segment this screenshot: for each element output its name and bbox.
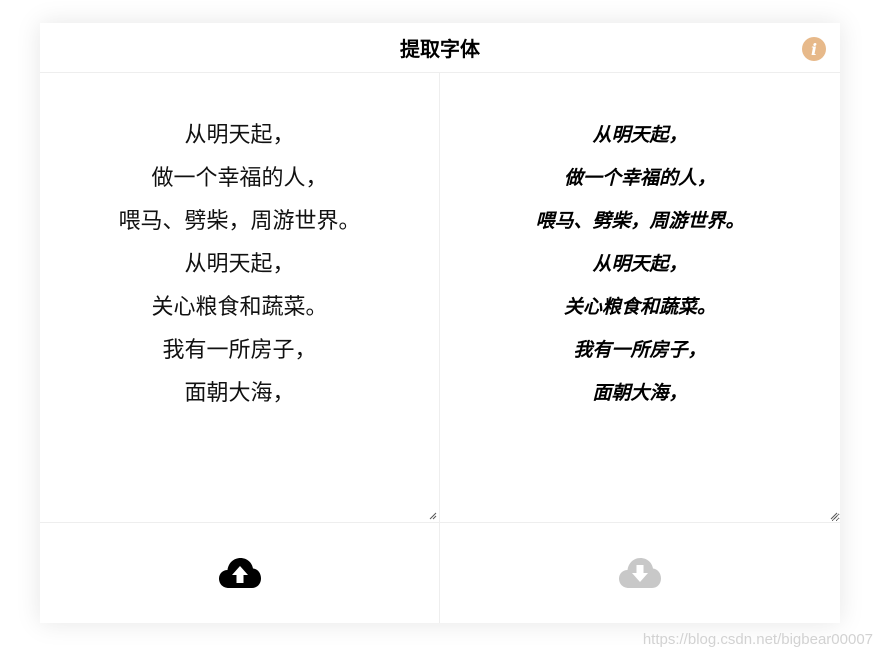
resize-grip-icon[interactable] [830, 512, 838, 520]
download-button[interactable] [618, 556, 662, 590]
output-preview-area[interactable]: 从明天起， 做一个幸福的人， 喂马、劈柴，周游世界。 从明天起， 关心粮食和蔬菜… [440, 73, 840, 523]
input-line: 我有一所房子， [162, 338, 317, 363]
output-line: 喂马、劈柴，周游世界。 [535, 210, 745, 232]
input-text-area[interactable]: 从明天起， 做一个幸福的人， 喂马、劈柴，周游世界。 从明天起， 关心粮食和蔬菜… [40, 73, 440, 523]
cloud-download-icon [619, 558, 661, 588]
upload-button[interactable] [218, 556, 262, 590]
header-bar: 提取字体 i [40, 23, 840, 73]
input-line: 从明天起， [184, 123, 295, 148]
font-extract-card: 提取字体 i 从明天起， 做一个幸福的人， 喂马、劈柴，周游世界。 从明天起， … [40, 23, 840, 623]
download-cell [440, 523, 840, 623]
input-line: 做一个幸福的人， [151, 166, 328, 191]
cloud-upload-icon [218, 558, 261, 588]
output-line: 做一个幸福的人， [563, 167, 716, 189]
input-line: 关心粮食和蔬菜。 [151, 295, 328, 320]
output-text-lines: 从明天起， 做一个幸福的人， 喂马、劈柴，周游世界。 从明天起， 关心粮食和蔬菜… [440, 73, 840, 522]
upload-cell [40, 523, 440, 623]
output-line: 面朝大海， [592, 382, 688, 404]
input-line: 从明天起， [184, 252, 295, 277]
input-line: 喂马、劈柴，周游世界。 [118, 209, 361, 234]
resize-grip-icon[interactable] [429, 512, 437, 520]
page-title: 提取字体 [400, 37, 480, 61]
output-line: 关心粮食和蔬菜。 [563, 296, 716, 318]
input-line: 面朝大海， [184, 381, 295, 406]
watermark-text: https://blog.csdn.net/bigbear00007 [642, 631, 873, 648]
output-line: 从明天起， [592, 253, 688, 275]
input-text-lines[interactable]: 从明天起， 做一个幸福的人， 喂马、劈柴，周游世界。 从明天起， 关心粮食和蔬菜… [40, 73, 439, 415]
info-icon[interactable]: i [802, 37, 826, 61]
output-line: 我有一所房子， [573, 339, 707, 361]
output-line: 从明天起， [592, 124, 688, 146]
